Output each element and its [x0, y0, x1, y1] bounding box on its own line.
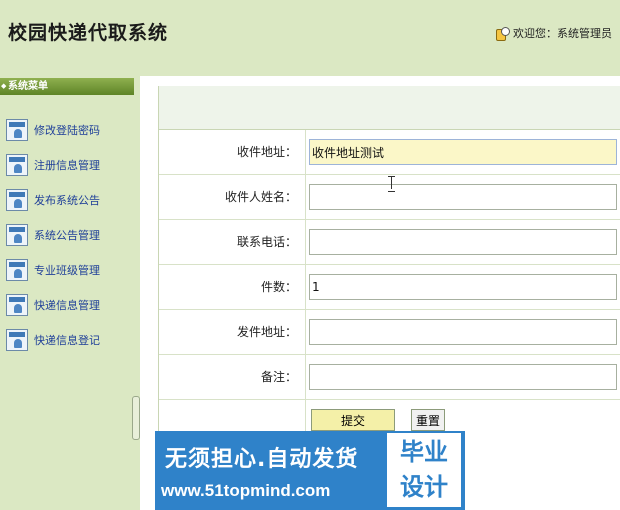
- user-card-icon: [6, 258, 28, 281]
- field-label: 收件人姓名：: [159, 175, 306, 219]
- recipient-address-input[interactable]: [309, 139, 617, 165]
- sidebar-item-label: 专业班级管理: [34, 263, 100, 277]
- user-card-icon: [6, 328, 28, 351]
- field-label: 收件地址：: [159, 130, 306, 174]
- quantity-input[interactable]: [309, 274, 617, 300]
- sidebar-item-publish-notice[interactable]: 发布系统公告: [0, 182, 136, 217]
- recipient-name-input[interactable]: [309, 184, 617, 210]
- watermark-url: www.51topmind.com: [161, 481, 331, 500]
- form-row-sender-address: 发件地址：: [159, 310, 620, 355]
- sidebar-item-registration[interactable]: 注册信息管理: [0, 147, 136, 182]
- sidebar-item-express-register[interactable]: 快递信息登记: [0, 322, 136, 357]
- sidebar-item-label: 发布系统公告: [34, 193, 100, 207]
- user-card-icon: [6, 118, 28, 141]
- app-title: 校园快递代取系统: [8, 22, 169, 44]
- welcome-bar: 欢迎您：系统管理员: [496, 25, 612, 41]
- phone-input[interactable]: [309, 229, 617, 255]
- sidebar-item-change-password[interactable]: 修改登陆密码: [0, 112, 136, 147]
- user-icon: [496, 26, 510, 41]
- field-label: 联系电话：: [159, 220, 306, 264]
- form-row-remark: 备注：: [159, 355, 620, 400]
- form-row-phone: 联系电话：: [159, 220, 620, 265]
- sidebar-item-label: 快递信息登记: [34, 333, 100, 347]
- watermark-slogan: 无须担心.自动发货: [165, 447, 359, 472]
- remark-input[interactable]: [309, 364, 617, 390]
- sidebar: 系统菜单 修改登陆密码 注册信息管理 发布系统公告 系统公告管理 专业班级管理 …: [0, 76, 136, 510]
- user-card-icon: [6, 293, 28, 316]
- sidebar-item-label: 系统公告管理: [34, 228, 100, 242]
- sidebar-toggle-handle[interactable]: [132, 396, 140, 440]
- sidebar-item-class-management[interactable]: 专业班级管理: [0, 252, 136, 287]
- watermark-logo-box: 毕业 设计: [387, 433, 461, 507]
- sidebar-item-notice-management[interactable]: 系统公告管理: [0, 217, 136, 252]
- form-header-bar: [159, 86, 620, 130]
- sidebar-item-label: 快递信息管理: [34, 298, 100, 312]
- header: 校园快递代取系统 欢迎您：系统管理员: [0, 0, 620, 76]
- reset-button[interactable]: 重置: [411, 409, 445, 431]
- sidebar-item-label: 修改登陆密码: [34, 123, 100, 137]
- menu-list: 修改登陆密码 注册信息管理 发布系统公告 系统公告管理 专业班级管理 快递信息管…: [0, 112, 136, 357]
- watermark-box-top: 毕业: [400, 438, 448, 466]
- form-row-recipient-address: 收件地址：: [159, 130, 620, 175]
- menu-header: 系统菜单: [0, 78, 134, 95]
- user-card-icon: [6, 188, 28, 211]
- welcome-text: 欢迎您：系统管理员: [513, 27, 612, 40]
- sidebar-item-express-management[interactable]: 快递信息管理: [0, 287, 136, 322]
- sender-address-input[interactable]: [309, 319, 617, 345]
- submit-button[interactable]: 提交: [311, 409, 395, 431]
- text-cursor-icon: [388, 176, 396, 192]
- sidebar-item-label: 注册信息管理: [34, 158, 100, 172]
- watermark-box-bottom: 设计: [400, 473, 448, 501]
- watermark-banner: 无须担心.自动发货 www.51topmind.com 毕业 设计: [155, 431, 465, 510]
- user-card-icon: [6, 223, 28, 246]
- user-card-icon: [6, 153, 28, 176]
- form-row-quantity: 件数：: [159, 265, 620, 310]
- field-label: 件数：: [159, 265, 306, 309]
- field-label: 备注：: [159, 355, 306, 399]
- field-label: 发件地址：: [159, 310, 306, 354]
